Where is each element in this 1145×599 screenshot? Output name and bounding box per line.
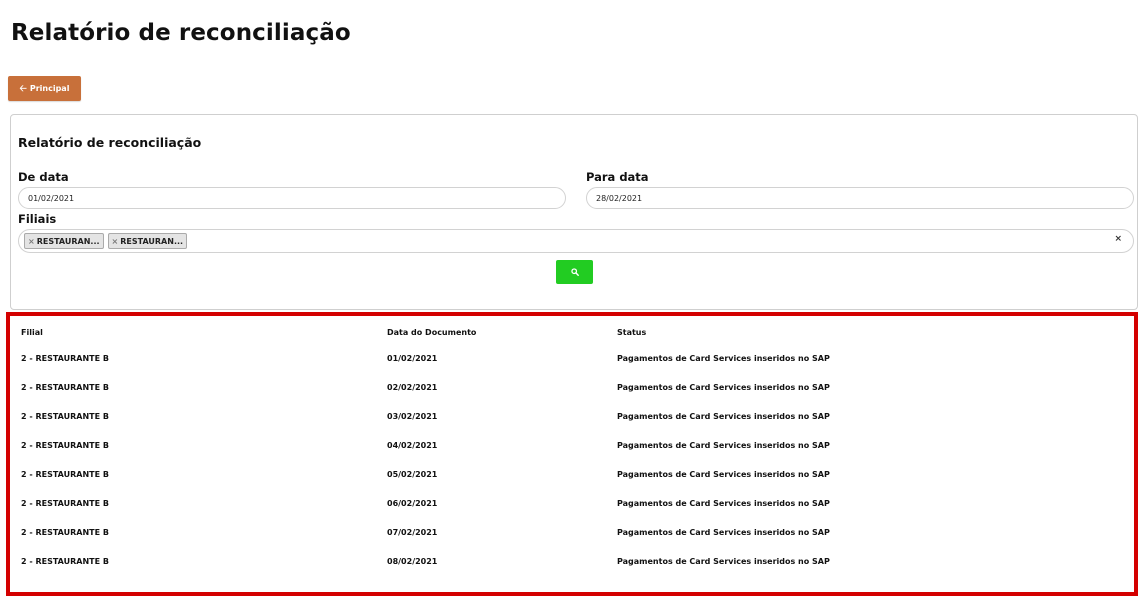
column-header-filial[interactable]: Filial	[10, 316, 387, 344]
from-date-label: De data	[18, 170, 69, 184]
to-date-input[interactable]	[586, 187, 1134, 209]
table-row[interactable]: 2 - RESTAURANTE B 05/02/2021 Pagamentos …	[10, 460, 1134, 489]
table-row[interactable]: 2 - RESTAURANTE B 03/02/2021 Pagamentos …	[10, 402, 1134, 431]
cell-filial: 2 - RESTAURANTE B	[21, 557, 109, 566]
cell-document-date: 04/02/2021	[387, 441, 438, 450]
page-title: Relatório de reconciliação	[11, 20, 351, 46]
table-row[interactable]: 2 - RESTAURANTE B 01/02/2021 Pagamentos …	[10, 344, 1134, 373]
chip-remove-icon[interactable]: ×	[112, 237, 119, 246]
arrow-left-icon: 🡠	[19, 83, 27, 94]
cell-filial: 2 - RESTAURANTE B	[21, 499, 109, 508]
search-button[interactable]	[556, 260, 593, 284]
to-date-label: Para data	[586, 170, 649, 184]
cell-filial: 2 - RESTAURANTE B	[21, 383, 109, 392]
cell-document-date: 01/02/2021	[387, 354, 438, 363]
back-button-label: Principal	[29, 84, 70, 93]
cell-status: Pagamentos de Card Services inseridos no…	[617, 557, 830, 566]
cell-status: Pagamentos de Card Services inseridos no…	[617, 412, 830, 421]
cell-document-date: 07/02/2021	[387, 528, 438, 537]
branches-multiselect[interactable]: × RESTAURAN... × RESTAURAN... ×	[18, 229, 1134, 253]
from-date-input[interactable]	[18, 187, 566, 209]
cell-document-date: 05/02/2021	[387, 470, 438, 479]
cell-status: Pagamentos de Card Services inseridos no…	[617, 441, 830, 450]
branch-chip-label: RESTAURAN...	[120, 236, 184, 246]
branches-label: Filiais	[18, 212, 57, 226]
branch-chip[interactable]: × RESTAURAN...	[24, 233, 104, 249]
cell-status: Pagamentos de Card Services inseridos no…	[617, 528, 830, 537]
table-row[interactable]: 2 - RESTAURANTE B 02/02/2021 Pagamentos …	[10, 373, 1134, 402]
cell-filial: 2 - RESTAURANTE B	[21, 354, 109, 363]
cell-filial: 2 - RESTAURANTE B	[21, 470, 109, 479]
results-table: Filial Data do Documento Status 2 - REST…	[10, 316, 1134, 576]
cell-document-date: 06/02/2021	[387, 499, 438, 508]
cell-status: Pagamentos de Card Services inseridos no…	[617, 499, 830, 508]
filter-card-title: Relatório de reconciliação	[18, 135, 202, 150]
cell-document-date: 03/02/2021	[387, 412, 438, 421]
branch-chip-label: RESTAURAN...	[36, 236, 100, 246]
clear-icon[interactable]: ×	[1114, 234, 1122, 244]
cell-document-date: 02/02/2021	[387, 383, 438, 392]
chip-remove-icon[interactable]: ×	[28, 237, 35, 246]
table-row[interactable]: 2 - RESTAURANTE B 06/02/2021 Pagamentos …	[10, 489, 1134, 518]
table-row[interactable]: 2 - RESTAURANTE B 08/02/2021 Pagamentos …	[10, 547, 1134, 576]
column-header-status[interactable]: Status	[617, 316, 1134, 344]
cell-document-date: 08/02/2021	[387, 557, 438, 566]
cell-filial: 2 - RESTAURANTE B	[21, 528, 109, 537]
column-header-document-date[interactable]: Data do Documento	[387, 316, 617, 344]
table-header-row: Filial Data do Documento Status	[10, 316, 1134, 344]
cell-filial: 2 - RESTAURANTE B	[21, 441, 109, 450]
search-icon	[570, 268, 579, 276]
branch-chip[interactable]: × RESTAURAN...	[107, 233, 188, 249]
cell-filial: 2 - RESTAURANTE B	[21, 412, 109, 421]
cell-status: Pagamentos de Card Services inseridos no…	[617, 470, 830, 479]
back-to-principal-button[interactable]: 🡠 Principal	[8, 76, 81, 101]
cell-status: Pagamentos de Card Services inseridos no…	[617, 383, 830, 392]
table-row[interactable]: 2 - RESTAURANTE B 04/02/2021 Pagamentos …	[10, 431, 1134, 460]
results-panel: Filial Data do Documento Status 2 - REST…	[6, 312, 1138, 596]
filter-card: Relatório de reconciliação De data Para …	[10, 114, 1138, 310]
cell-status: Pagamentos de Card Services inseridos no…	[617, 354, 830, 363]
table-row[interactable]: 2 - RESTAURANTE B 07/02/2021 Pagamentos …	[10, 518, 1134, 547]
